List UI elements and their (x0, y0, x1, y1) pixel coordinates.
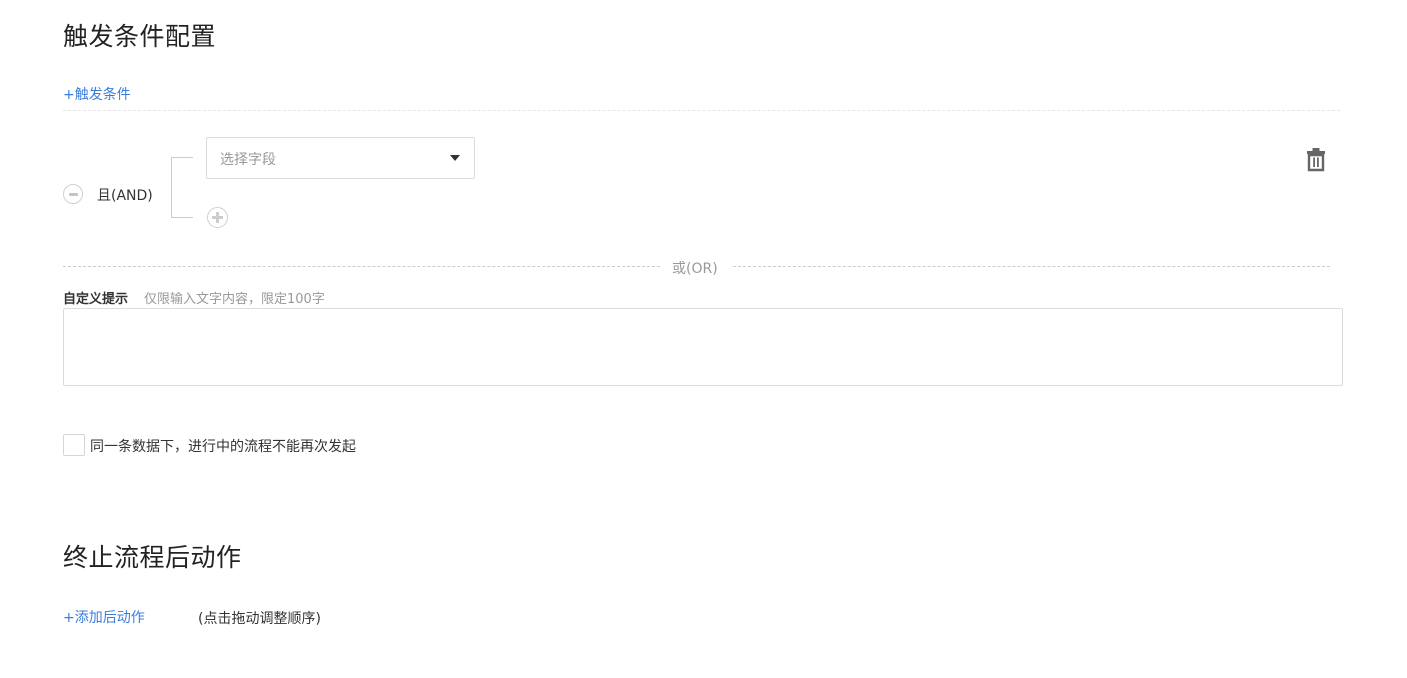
trash-icon[interactable] (1305, 146, 1327, 172)
caret-down-icon (450, 155, 460, 161)
or-divider-label: 或(OR) (672, 261, 718, 277)
add-trigger-condition-link[interactable]: +触发条件 (63, 84, 131, 104)
divider (63, 110, 1340, 111)
plus-circle-icon[interactable] (207, 207, 228, 228)
drag-reorder-hint: (点击拖动调整顺序) (198, 611, 321, 627)
terminate-actions-title: 终止流程后动作 (63, 543, 242, 572)
or-divider-line-left (63, 266, 660, 267)
or-divider-line-right (733, 266, 1330, 267)
no-restart-checkbox[interactable] (63, 434, 85, 456)
custom-prompt-label: 自定义提示 (63, 292, 129, 307)
no-restart-checkbox-label[interactable]: 同一条数据下，进行中的流程不能再次发起 (90, 436, 356, 456)
custom-prompt-hint: 仅限输入文字内容，限定100字 (144, 292, 325, 307)
and-logic-label: 且(AND) (97, 188, 153, 204)
custom-prompt-textarea[interactable] (63, 308, 1343, 386)
field-select-placeholder: 选择字段 (220, 152, 276, 168)
add-after-action-link[interactable]: +添加后动作 (63, 607, 145, 627)
field-select-dropdown[interactable]: 选择字段 (206, 137, 475, 179)
trigger-config-title: 触发条件配置 (63, 22, 217, 51)
minus-circle-icon[interactable] (63, 184, 83, 204)
workflow-trigger-config-page: 触发条件配置 +触发条件 且(AND) 选择字段 或(OR) 自定义提示 仅限输… (0, 0, 1407, 678)
condition-group-bracket (171, 157, 193, 218)
